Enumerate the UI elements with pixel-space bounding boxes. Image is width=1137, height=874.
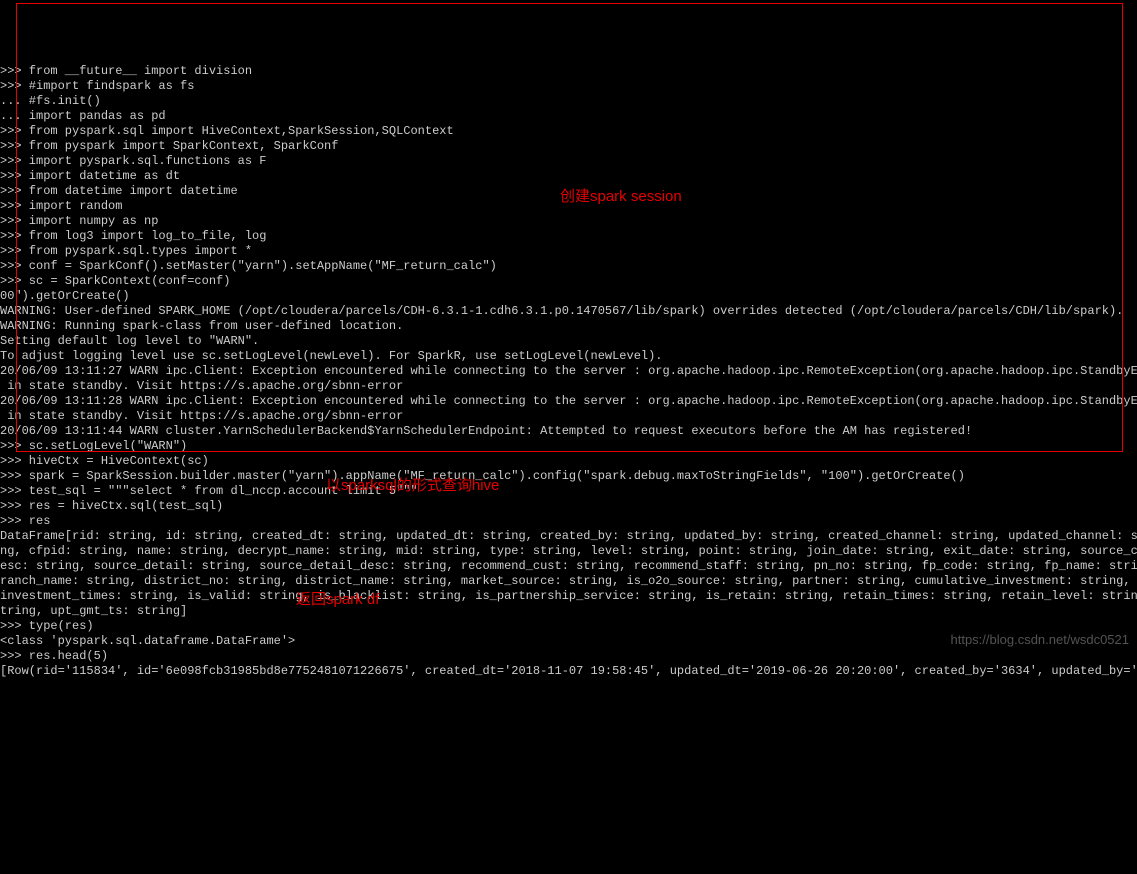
terminal-line: >>> sc = SparkContext(conf=conf) — [0, 274, 1137, 289]
terminal-line: ... #fs.init() — [0, 94, 1137, 109]
terminal-line: >>> res — [0, 514, 1137, 529]
terminal-line: >>> import numpy as np — [0, 214, 1137, 229]
terminal-line: WARNING: User-defined SPARK_HOME (/opt/c… — [0, 304, 1137, 319]
annotation-label-2: 以sparksql的形式查询hive — [326, 478, 499, 493]
terminal-line: >>> test_sql = """select * from dl_nccp.… — [0, 484, 1137, 499]
terminal-line: in state standby. Visit https://s.apache… — [0, 379, 1137, 394]
terminal-line: To adjust logging level use sc.setLogLev… — [0, 349, 1137, 364]
terminal-line: [Row(rid='115834', id='6e098fcb31985bd8e… — [0, 664, 1137, 679]
terminal-line: >>> #import findspark as fs — [0, 79, 1137, 94]
terminal-line: >>> conf = SparkConf().setMaster("yarn")… — [0, 259, 1137, 274]
terminal-line: investment_times: string, is_valid: stri… — [0, 589, 1137, 604]
terminal-line: >>> from pyspark.sql.types import * — [0, 244, 1137, 259]
terminal-line: >>> res = hiveCtx.sql(test_sql) — [0, 499, 1137, 514]
terminal-line: ng, cfpid: string, name: string, decrypt… — [0, 544, 1137, 559]
terminal-line: in state standby. Visit https://s.apache… — [0, 409, 1137, 424]
terminal-line: >>> from pyspark import SparkContext, Sp… — [0, 139, 1137, 154]
terminal-line: >>> res.head(5) — [0, 649, 1137, 664]
terminal-line: >>> from pyspark.sql import HiveContext,… — [0, 124, 1137, 139]
terminal-line: >>> import datetime as dt — [0, 169, 1137, 184]
terminal-line: >>> spark = SparkSession.builder.master(… — [0, 469, 1137, 484]
terminal-line: 20/06/09 13:11:44 WARN cluster.YarnSched… — [0, 424, 1137, 439]
terminal-line: 20/06/09 13:11:28 WARN ipc.Client: Excep… — [0, 394, 1137, 409]
watermark: https://blog.csdn.net/wsdc0521 — [950, 632, 1129, 647]
terminal-line: ranch_name: string, district_no: string,… — [0, 574, 1137, 589]
terminal-line: ... import pandas as pd — [0, 109, 1137, 124]
terminal-line: Setting default log level to "WARN". — [0, 334, 1137, 349]
terminal-line: >>> from log3 import log_to_file, log — [0, 229, 1137, 244]
terminal-line: 00").getOrCreate() — [0, 289, 1137, 304]
terminal-line: tring, upt_gmt_ts: string] — [0, 604, 1137, 619]
terminal-line: >>> sc.setLogLevel("WARN") — [0, 439, 1137, 454]
annotation-label-3: 返回spark df — [296, 592, 379, 607]
terminal-line: >>> from __future__ import division — [0, 64, 1137, 79]
terminal-line: >>> hiveCtx = HiveContext(sc) — [0, 454, 1137, 469]
terminal-line: DataFrame[rid: string, id: string, creat… — [0, 529, 1137, 544]
annotation-label-1: 创建spark session — [560, 189, 682, 204]
terminal-output[interactable]: >>> from __future__ import division>>> #… — [0, 60, 1137, 679]
terminal-line: >>> import pyspark.sql.functions as F — [0, 154, 1137, 169]
terminal-line: 20/06/09 13:11:27 WARN ipc.Client: Excep… — [0, 364, 1137, 379]
terminal-line: WARNING: Running spark-class from user-d… — [0, 319, 1137, 334]
terminal-line: esc: string, source_detail: string, sour… — [0, 559, 1137, 574]
